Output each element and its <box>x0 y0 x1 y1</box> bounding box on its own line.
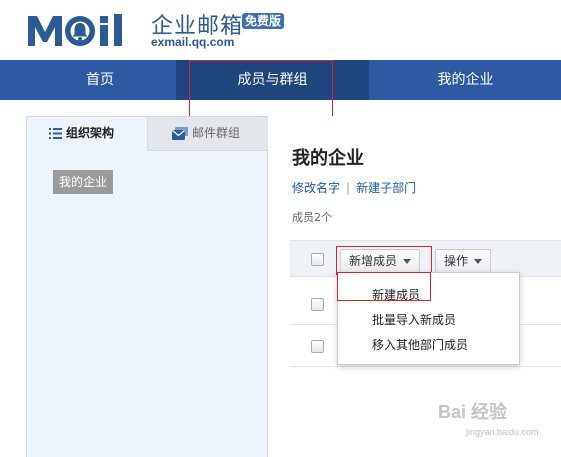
menu-item-move-from-other-dept[interactable]: 移入其他部门成员 <box>372 336 468 353</box>
main-nav: 首页 成员与群组 我的企业 <box>0 60 561 100</box>
add-member-label: 新增成员 <box>349 254 398 268</box>
tab-mail-groups-label: 邮件群组 <box>192 126 241 140</box>
page-title: 我的企业 <box>292 148 364 169</box>
tab-mail-groups[interactable]: 邮件群组 <box>147 116 269 151</box>
tab-org-structure[interactable]: 组织架构 <box>26 116 147 151</box>
new-subdepartment-link[interactable]: 新建子部门 <box>356 181 416 195</box>
sidebar: 组织架构 邮件群组 我的企业 <box>26 116 269 457</box>
row-checkbox[interactable] <box>311 298 324 311</box>
select-all-checkbox[interactable] <box>311 253 324 266</box>
nav-my-enterprise[interactable]: 我的企业 <box>370 60 561 100</box>
mail-group-icon <box>172 127 188 140</box>
link-separator: | <box>346 181 351 195</box>
nav-members-groups[interactable]: 成员与群组 <box>176 60 369 100</box>
chevron-down-icon <box>474 259 483 264</box>
nav-home[interactable]: 首页 <box>0 60 200 100</box>
app-header: 企业邮箱 免费版 exmail.qq.com <box>0 0 561 60</box>
mail-logo-icon[interactable] <box>26 12 144 48</box>
list-icon <box>49 128 62 139</box>
member-count: 成员2个 <box>292 211 332 224</box>
actions-label: 操作 <box>444 254 469 268</box>
add-member-dropdown: 新建成员 批量导入新成员 移入其他部门成员 <box>337 272 520 365</box>
org-tree-root[interactable]: 我的企业 <box>53 170 114 194</box>
baidu-watermark-url: jingyan.baidu.com <box>466 427 539 437</box>
brand-url: exmail.qq.com <box>151 35 235 49</box>
dept-actions: 修改名字 | 新建子部门 <box>292 179 416 196</box>
baidu-watermark: Bai 经验 <box>438 402 508 422</box>
menu-item-bulk-import[interactable]: 批量导入新成员 <box>372 311 456 328</box>
menu-item-new-member[interactable]: 新建成员 <box>372 286 420 303</box>
actions-button[interactable]: 操作 <box>435 249 492 273</box>
tab-org-structure-label: 组织架构 <box>66 126 115 140</box>
free-edition-badge: 免费版 <box>242 13 285 29</box>
row-checkbox[interactable] <box>311 340 324 353</box>
chevron-down-icon <box>403 259 412 264</box>
rename-link[interactable]: 修改名字 <box>292 181 340 195</box>
add-member-button[interactable]: 新增成员 <box>340 249 421 273</box>
